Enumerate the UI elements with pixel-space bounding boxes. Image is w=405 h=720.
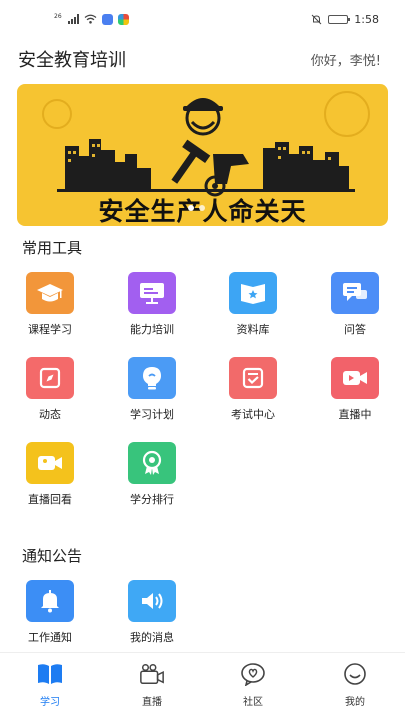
community-chat-icon [240,661,266,687]
compass-icon [26,357,74,399]
wifi-icon [84,14,97,24]
bell-icon [26,580,74,622]
notice-work-notification[interactable]: 工作通知 [10,580,90,645]
tab-label: 直播 [142,697,162,708]
app-notification-icon [101,13,113,25]
graduation-cap-icon [26,272,74,314]
tile-label: 直播回看 [28,493,72,506]
tile-label: 能力培训 [130,323,174,336]
tile-label: 资料库 [236,323,270,336]
tool-qa[interactable]: 问答 [315,272,395,337]
tile-label: 直播中 [338,408,372,421]
tile-label: 学习计划 [130,408,174,421]
tile-label: 工作通知 [28,631,72,644]
network-type-label: 26 [54,12,62,20]
tool-live-replay[interactable]: 直播回看 [10,442,90,507]
tool-library[interactable]: 资料库 [213,272,293,337]
bottom-tab-bar: 学习 直播 社区 我的 [0,652,405,720]
tool-live-now[interactable]: 直播中 [315,357,395,422]
tool-study-plan[interactable]: 学习计划 [112,357,192,422]
star-book-icon [229,272,277,314]
tool-ability-training[interactable]: 能力培训 [112,272,192,337]
tile-label: 考试中心 [231,408,275,421]
app-header: 安全教育培训 你好，李悦! [18,44,381,74]
tile-label: 问答 [344,323,366,336]
tab-mine[interactable]: 我的 [315,661,395,708]
carousel-dot[interactable] [188,205,194,211]
tab-label: 学习 [40,697,60,708]
lightbulb-icon [128,357,176,399]
clock: 1:58 [354,12,379,26]
status-left: 26 [54,12,129,25]
tab-community[interactable]: 社区 [213,661,293,708]
page-title: 安全教育培训 [18,50,126,71]
tool-course-study[interactable]: 课程学习 [10,272,90,337]
book-icon [37,661,63,687]
mute-bell-icon [311,14,322,24]
carousel-indicator [188,205,205,211]
status-bar: 26 1:58 [0,0,405,38]
tab-label: 我的 [345,697,365,708]
tools-section-title: 常用工具 [22,239,83,257]
tool-news-feed[interactable]: 动态 [10,357,90,422]
video-camera-icon [331,357,379,399]
carousel-dot[interactable] [199,205,205,211]
tab-study[interactable]: 学习 [10,661,90,708]
user-greeting[interactable]: 你好，李悦! [311,50,381,69]
tile-label: 我的消息 [130,631,174,644]
tile-label: 学分排行 [130,493,174,506]
app-notification-icon-2 [117,13,129,25]
chat-bubbles-icon [331,272,379,314]
checklist-icon [229,357,277,399]
status-right: 1:58 [311,13,379,26]
tab-live[interactable]: 直播 [112,661,192,708]
live-camera-icon [139,661,165,687]
tool-credit-ranking[interactable]: 学分排行 [112,442,192,507]
presentation-board-icon [128,272,176,314]
notices-section-title: 通知公告 [22,547,83,565]
signal-icon [67,14,79,24]
tile-label: 动态 [39,408,61,421]
smile-face-icon [342,661,368,687]
notice-my-messages[interactable]: 我的消息 [112,580,192,645]
battery-icon [328,14,351,24]
tool-exam-center[interactable]: 考试中心 [213,357,293,422]
video-replay-icon [26,442,74,484]
tab-label: 社区 [243,697,263,708]
award-medal-icon [128,442,176,484]
tile-label: 课程学习 [28,323,72,336]
speaker-icon [128,580,176,622]
